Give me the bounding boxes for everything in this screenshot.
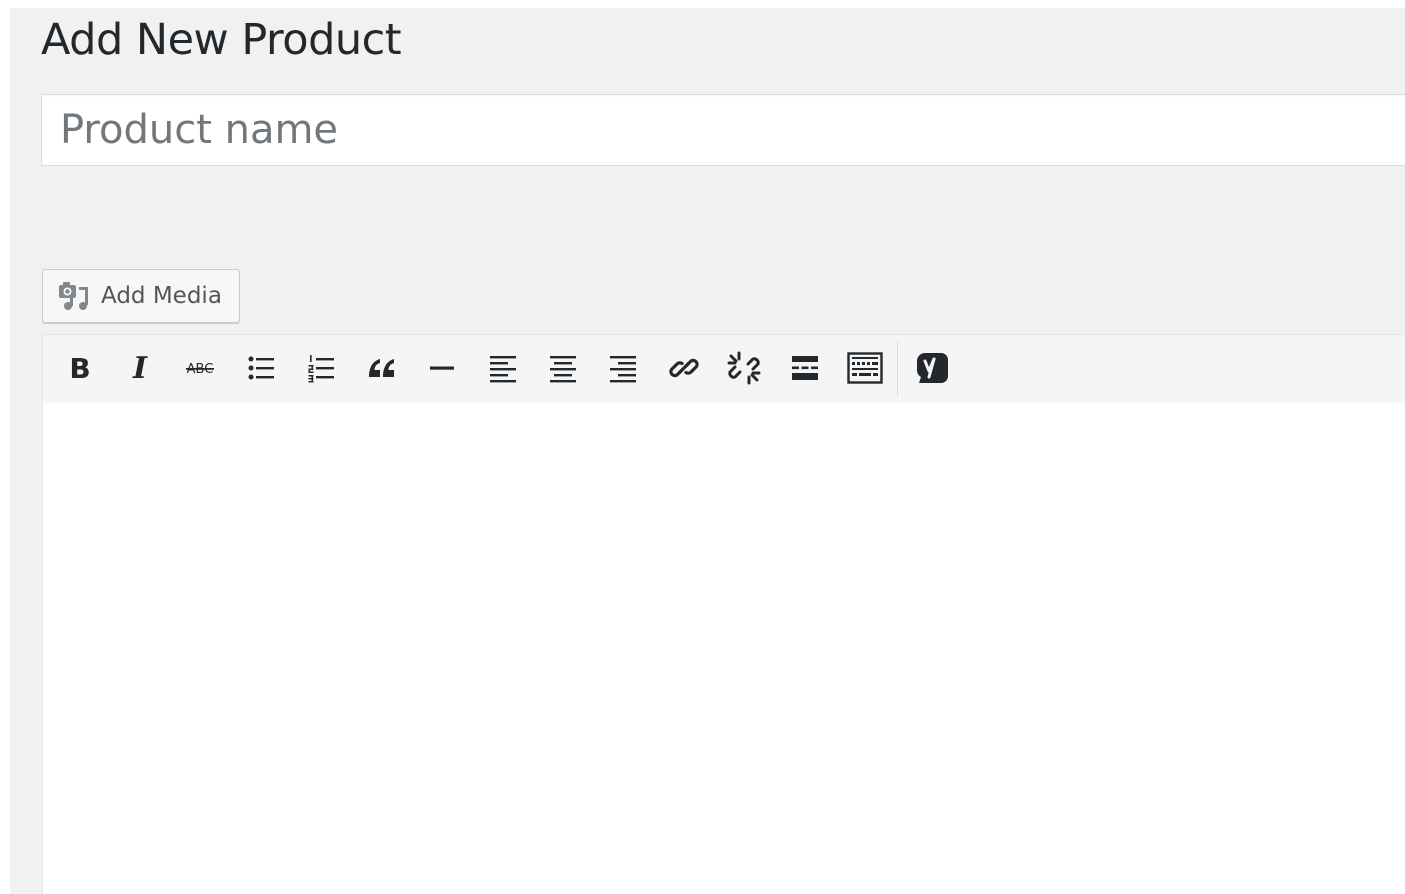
product-description-editor: B I ABC bbox=[42, 334, 1405, 894]
svg-text:I: I bbox=[132, 353, 148, 383]
toolbar-toggle-button[interactable] bbox=[842, 345, 888, 391]
editor-toolbar: B I ABC bbox=[43, 335, 1405, 404]
link-icon bbox=[668, 352, 700, 384]
blockquote-button[interactable] bbox=[359, 345, 405, 391]
bold-button[interactable]: B bbox=[57, 345, 103, 391]
align-right-icon bbox=[608, 353, 638, 383]
add-media-icon bbox=[57, 279, 91, 313]
kitchen-sink-icon bbox=[847, 352, 883, 384]
italic-button[interactable]: I bbox=[117, 345, 163, 391]
toolbar-separator bbox=[897, 341, 898, 397]
blockquote-icon bbox=[366, 353, 398, 383]
add-media-button[interactable]: Add Media bbox=[42, 269, 240, 323]
bold-icon: B bbox=[65, 353, 95, 383]
svg-text:B: B bbox=[69, 353, 90, 383]
strikethrough-icon: ABC bbox=[183, 353, 217, 383]
yoast-button[interactable] bbox=[909, 345, 955, 391]
read-more-icon bbox=[790, 353, 820, 383]
read-more-button[interactable] bbox=[782, 345, 828, 391]
add-product-screen: Add New Product Add Media bbox=[10, 8, 1405, 894]
strikethrough-button[interactable]: ABC bbox=[177, 345, 223, 391]
horizontal-line-icon bbox=[427, 353, 457, 383]
add-media-label: Add Media bbox=[101, 283, 222, 309]
editor-content-area[interactable] bbox=[43, 403, 1405, 894]
insert-link-button[interactable] bbox=[661, 345, 707, 391]
yoast-icon bbox=[915, 351, 949, 385]
align-center-icon bbox=[548, 353, 578, 383]
align-right-button[interactable] bbox=[600, 345, 646, 391]
bulleted-list-button[interactable] bbox=[238, 345, 284, 391]
horizontal-line-button[interactable] bbox=[419, 345, 465, 391]
product-name-input[interactable] bbox=[41, 94, 1405, 166]
bulleted-list-icon bbox=[246, 353, 276, 383]
align-left-icon bbox=[488, 353, 518, 383]
numbered-list-button[interactable] bbox=[298, 345, 344, 391]
unlink-icon bbox=[727, 351, 761, 385]
page-title: Add New Product bbox=[41, 15, 402, 65]
numbered-list-icon bbox=[306, 353, 336, 383]
align-left-button[interactable] bbox=[480, 345, 526, 391]
italic-icon: I bbox=[125, 353, 155, 383]
remove-link-button[interactable] bbox=[721, 345, 767, 391]
align-center-button[interactable] bbox=[540, 345, 586, 391]
